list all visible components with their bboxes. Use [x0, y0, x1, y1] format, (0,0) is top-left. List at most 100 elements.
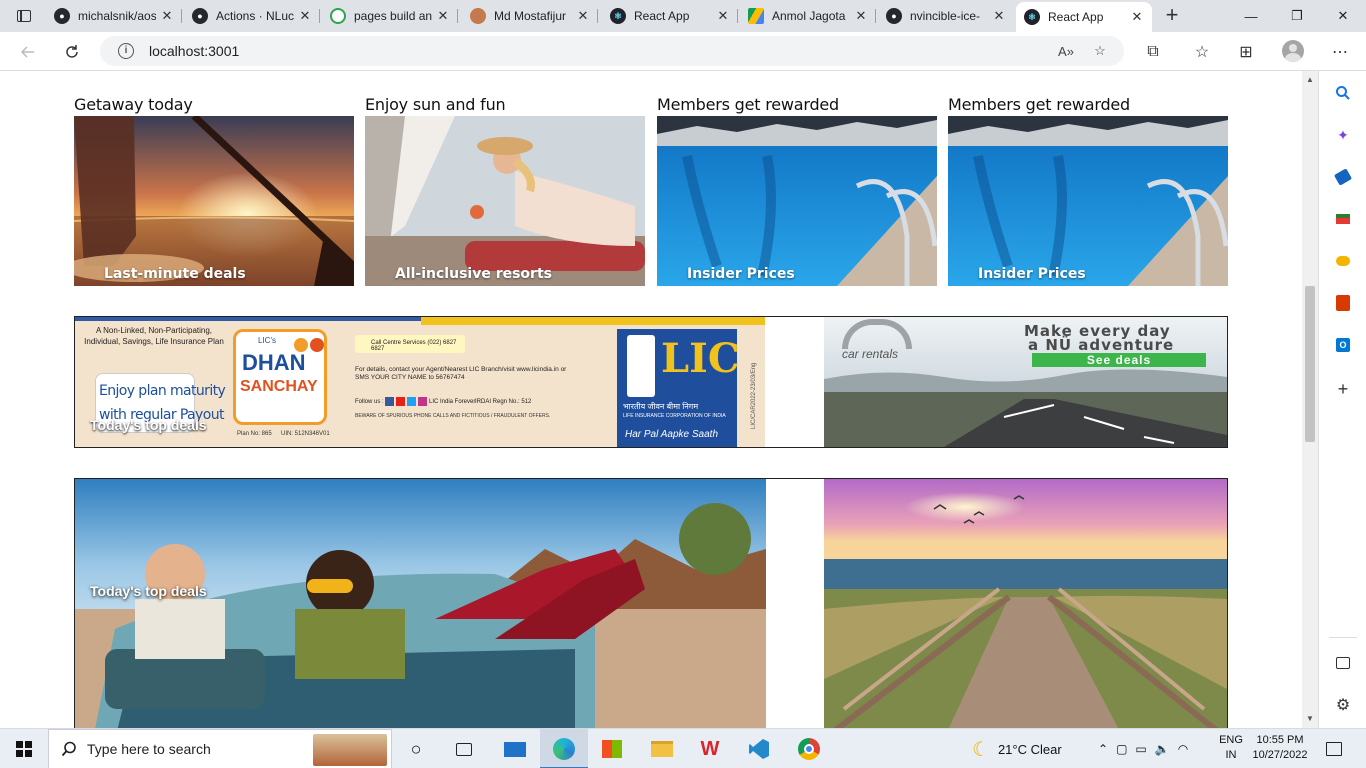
browser-toolbar: i localhost:3001 A» ☆ ⧉ ☆ ⊞ ⋯: [0, 32, 1366, 71]
tab-close-icon[interactable]: ✕: [716, 8, 730, 24]
chrome-icon[interactable]: [797, 737, 821, 761]
tab-2[interactable]: pages build and ✕: [322, 2, 458, 30]
hero-caption: Today's top deals: [90, 583, 207, 599]
battery-icon[interactable]: ▭: [1135, 742, 1146, 756]
taskbar-search-box[interactable]: Type here to search: [48, 729, 392, 768]
deal-card[interactable]: Members get rewarded Insider Prices: [657, 92, 937, 286]
network-icon[interactable]: ◠: [1178, 742, 1188, 756]
cortana-icon[interactable]: ○: [404, 737, 428, 761]
address-bar[interactable]: i localhost:3001 A» ☆: [100, 36, 1124, 66]
lic-overlay-caption: Today's top deals: [90, 417, 207, 433]
scroll-down-arrow-icon[interactable]: ▼: [1306, 714, 1314, 723]
favorite-add-icon[interactable]: ☆: [1090, 41, 1110, 61]
dhan-sanchay-logo: LIC's DHAN SANCHAY: [233, 329, 327, 425]
tab-close-icon[interactable]: ✕: [436, 8, 450, 24]
copilot-sparkle-icon[interactable]: ✦: [1333, 125, 1353, 145]
woman-lounging-image: [365, 116, 645, 286]
scroll-up-arrow-icon[interactable]: ▲: [1306, 75, 1314, 84]
tab-close-icon[interactable]: ✕: [298, 8, 312, 24]
store-icon[interactable]: [600, 737, 624, 761]
vscode-icon[interactable]: [747, 737, 771, 761]
restore-button[interactable]: ❐: [1274, 0, 1320, 32]
read-aloud-icon[interactable]: A»: [1056, 41, 1076, 61]
gear-icon[interactable]: ⚙: [1333, 695, 1353, 715]
collections-button[interactable]: ⊞: [1232, 38, 1260, 66]
games-icon[interactable]: [1333, 251, 1353, 271]
meet-now-icon[interactable]: ▢: [1116, 742, 1127, 756]
back-button[interactable]: [14, 38, 42, 66]
search-icon[interactable]: [1333, 83, 1353, 103]
settings-more-button[interactable]: ⋯: [1326, 38, 1354, 66]
deal-card[interactable]: Members get rewarded Insider Prices: [948, 92, 1228, 286]
refresh-button[interactable]: [58, 38, 86, 66]
windows-start-icon[interactable]: [12, 737, 36, 761]
favorites-button[interactable]: ☆: [1188, 38, 1216, 66]
tab-close-icon[interactable]: ✕: [854, 8, 868, 24]
scrollbar-thumb[interactable]: [1305, 286, 1315, 442]
react-icon: ⚛: [1024, 9, 1040, 25]
tab-6[interactable]: ● nvincible-ice- ✕: [878, 2, 1014, 30]
lic-ad[interactable]: A Non-Linked, Non-Participating, Individ…: [75, 317, 765, 447]
favorites-icon: ☆: [1194, 44, 1210, 61]
clock[interactable]: 10:55 PM 10/27/2022: [1250, 733, 1310, 763]
tab-title: Md Mostafijur: [494, 9, 567, 23]
tab-close-icon[interactable]: ✕: [1130, 9, 1144, 25]
shopping-tag-icon[interactable]: [1333, 167, 1353, 187]
profile-avatar[interactable]: [1282, 40, 1304, 62]
edge-taskbar-button[interactable]: [540, 729, 588, 768]
wps-office-icon[interactable]: W: [698, 737, 722, 761]
edge-icon: [553, 738, 575, 760]
tab-4[interactable]: ⚛ React App ✕: [602, 2, 738, 30]
tab-actions-icon: [17, 10, 31, 22]
office-icon[interactable]: [1333, 293, 1353, 313]
edge-sidebar: ✦ O + ⚙: [1318, 71, 1366, 728]
url-text[interactable]: localhost:3001: [149, 43, 239, 59]
tab-3[interactable]: Md Mostafijur ✕: [462, 2, 598, 30]
tab-title: React App: [634, 9, 690, 23]
card-caption: Insider Prices: [978, 266, 1086, 282]
card-caption: Insider Prices: [687, 266, 795, 282]
notifications-icon[interactable]: [1322, 737, 1346, 761]
tab-5[interactable]: Anmol Jagota ✕: [740, 2, 876, 30]
tools-icon[interactable]: [1333, 209, 1353, 229]
minimize-button[interactable]: —: [1228, 0, 1274, 32]
hide-sidebar-icon[interactable]: [1333, 653, 1353, 673]
chevron-up-icon[interactable]: ⌃: [1098, 742, 1108, 756]
tab-actions-button[interactable]: [8, 4, 40, 28]
close-window-button[interactable]: ✕: [1320, 0, 1366, 32]
youtube-icon: [396, 397, 405, 406]
weather-widget[interactable]: ☾ 21°C Clear: [972, 729, 1062, 768]
tab-close-icon[interactable]: ✕: [160, 8, 174, 24]
page-scrollbar[interactable]: ▲ ▼: [1302, 71, 1318, 728]
tab-close-icon[interactable]: ✕: [992, 8, 1006, 24]
outlook-icon[interactable]: O: [1333, 335, 1353, 355]
site-info-icon[interactable]: i: [118, 43, 134, 59]
system-tray: ⌃ ▢ ▭ 🔈 ◠: [1098, 729, 1188, 768]
nu-brand-text: car rentals: [842, 347, 899, 361]
boardwalk-sunset-image[interactable]: [824, 479, 1227, 728]
tab-close-icon[interactable]: ✕: [576, 8, 590, 24]
tab-1[interactable]: ● Actions · NLuc ✕: [184, 2, 320, 30]
task-view-icon[interactable]: [452, 737, 476, 761]
deal-card[interactable]: Getaway today Last-minute deals: [74, 92, 354, 286]
refresh-icon: [66, 45, 78, 58]
windows-taskbar: Type here to search ○ W ☾ 21°C Clear ⌃ ▢…: [0, 728, 1366, 768]
convertible-friends-image[interactable]: Today's top deals: [75, 479, 766, 728]
tab-0[interactable]: ● michalsnik/aos ✕: [46, 2, 182, 30]
paddleboard-sunset-image: [74, 116, 354, 286]
new-tab-button[interactable]: +: [1160, 4, 1184, 28]
file-explorer-icon[interactable]: [650, 737, 674, 761]
language-indicator[interactable]: ENG IN: [1218, 733, 1244, 763]
add-icon[interactable]: +: [1333, 379, 1353, 399]
tab-title: React App: [1048, 10, 1104, 24]
volume-icon[interactable]: 🔈: [1155, 742, 1170, 756]
nu-car-rentals-ad[interactable]: car rentals Make every day a NÜ adventur…: [824, 317, 1227, 447]
card-heading: Members get rewarded: [948, 95, 1131, 114]
search-icon: [61, 741, 76, 757]
mail-icon[interactable]: [503, 737, 527, 761]
tab-strip: ● michalsnik/aos ✕ ● Actions · NLuc ✕ pa…: [0, 0, 1366, 32]
deal-card[interactable]: Enjoy sun and fun All-inclusive resorts: [365, 92, 645, 286]
see-deals-button[interactable]: See deals: [1032, 353, 1206, 367]
extensions-button[interactable]: ⧉: [1139, 38, 1167, 66]
tab-7-active[interactable]: ⚛ React App ✕: [1016, 2, 1152, 32]
